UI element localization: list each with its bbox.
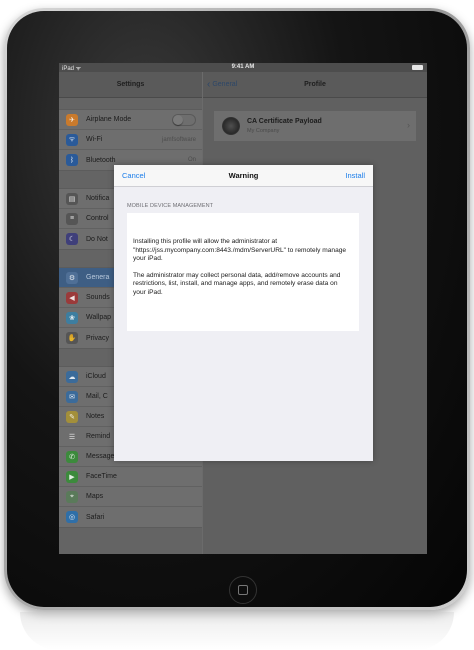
modal-title: Warning xyxy=(228,171,259,180)
sidebar-item-facetime[interactable]: ▶ FaceTime xyxy=(59,467,202,487)
settings-group-connectivity: ✈ Airplane Mode ᯤ Wi-Fi jamfsoftware ᛒ B… xyxy=(59,109,202,171)
sidebar-item-label: Maps xyxy=(86,493,104,500)
certificate-badge-icon xyxy=(222,117,240,135)
profile-nav-bar: Profile ‹ General xyxy=(203,72,427,98)
status-time: 9:41 AM xyxy=(231,64,255,70)
airplane-mode-toggle[interactable] xyxy=(172,114,196,126)
wallpaper-icon: ❀ xyxy=(66,311,78,324)
chevron-right-icon: › xyxy=(407,120,410,130)
cancel-button[interactable]: Cancel xyxy=(122,165,145,187)
warning-message-box: Installing this profile will allow the a… xyxy=(127,213,359,331)
status-bar: iPad ᯤ 9:41 AM xyxy=(59,63,427,72)
sounds-icon: ◀ xyxy=(66,291,78,304)
sidebar-item-label: Wi-Fi xyxy=(86,136,103,143)
sidebar-item-label: FaceTime xyxy=(86,473,117,480)
notes-icon: ✎ xyxy=(66,410,78,423)
safari-icon: ◎ xyxy=(66,511,78,523)
wifi-icon: ᯤ xyxy=(66,133,78,146)
icloud-icon: ☁ xyxy=(66,370,78,383)
messages-icon: ✆ xyxy=(66,450,78,463)
airplane-icon: ✈ xyxy=(66,113,78,126)
home-button[interactable] xyxy=(229,576,257,604)
sidebar-item-label: Safari xyxy=(86,513,105,521)
wifi-network-value: jamfsoftware xyxy=(161,136,196,143)
device-reflection xyxy=(20,612,454,650)
sidebar-item-safari[interactable]: ◎ Safari xyxy=(59,507,202,527)
sidebar-item-label: Wallpap xyxy=(86,314,112,321)
ipad-screen: iPad ᯤ 9:41 AM Settings ✈ Airplane Mode … xyxy=(59,63,427,554)
reminders-icon: ☰ xyxy=(66,430,78,443)
sidebar-item-label: Notes xyxy=(86,413,105,420)
mail-icon: ✉ xyxy=(66,390,78,403)
bluetooth-value: On xyxy=(187,157,196,163)
bluetooth-icon: ᛒ xyxy=(66,154,78,166)
warning-modal: Warning Cancel Install MOBILE DEVICE MAN… xyxy=(114,165,373,461)
profile-payload-row[interactable]: CA Certificate Payload My Company › xyxy=(214,111,416,141)
sidebar-item-label: iCloud xyxy=(86,373,106,380)
home-button-square-icon xyxy=(238,585,248,595)
back-label: General xyxy=(212,81,238,88)
notifications-icon: ▤ xyxy=(66,192,78,205)
sidebar-item-label: Privacy xyxy=(86,334,109,342)
warning-paragraph-1: Installing this profile will allow the a… xyxy=(133,238,347,262)
privacy-icon: ✋ xyxy=(66,332,78,344)
control-center-icon: ≡ xyxy=(66,212,78,225)
install-button[interactable]: Install xyxy=(345,165,365,187)
maps-icon: ⌖ xyxy=(66,490,78,503)
sidebar-item-label: Airplane Mode xyxy=(86,116,132,123)
do-not-disturb-icon: ☾ xyxy=(66,233,78,245)
sidebar-item-label: Mail, C xyxy=(86,393,108,400)
sidebar-item-label: Notifica xyxy=(86,195,110,202)
sidebar-item-label: Genera xyxy=(86,274,110,281)
chevron-left-icon: ‹ xyxy=(207,79,211,90)
settings-title: Settings xyxy=(59,72,202,98)
modal-nav-bar: Warning Cancel Install xyxy=(114,165,373,187)
sidebar-item-label: Control xyxy=(86,215,109,222)
sidebar-item-label: Bluetooth xyxy=(86,156,116,164)
sidebar-item-airplane-mode[interactable]: ✈ Airplane Mode xyxy=(59,110,202,130)
sidebar-item-label: Remind xyxy=(86,433,111,440)
battery-icon xyxy=(412,65,423,70)
sidebar-item-label: Do Not xyxy=(86,235,108,243)
sidebar-item-maps[interactable]: ⌖ Maps xyxy=(59,487,202,507)
section-header: MOBILE DEVICE MANAGEMENT xyxy=(127,203,214,209)
warning-paragraph-2: The administrator may collect personal d… xyxy=(133,271,341,296)
payload-name: CA Certificate Payload xyxy=(247,118,322,125)
facetime-icon: ▶ xyxy=(66,470,78,483)
back-button[interactable]: ‹ General xyxy=(207,72,237,98)
sidebar-item-label: Sounds xyxy=(86,294,110,301)
sidebar-item-wifi[interactable]: ᯤ Wi-Fi jamfsoftware xyxy=(59,130,202,150)
gear-icon: ⚙ xyxy=(66,271,78,284)
payload-company: My Company xyxy=(247,128,280,134)
